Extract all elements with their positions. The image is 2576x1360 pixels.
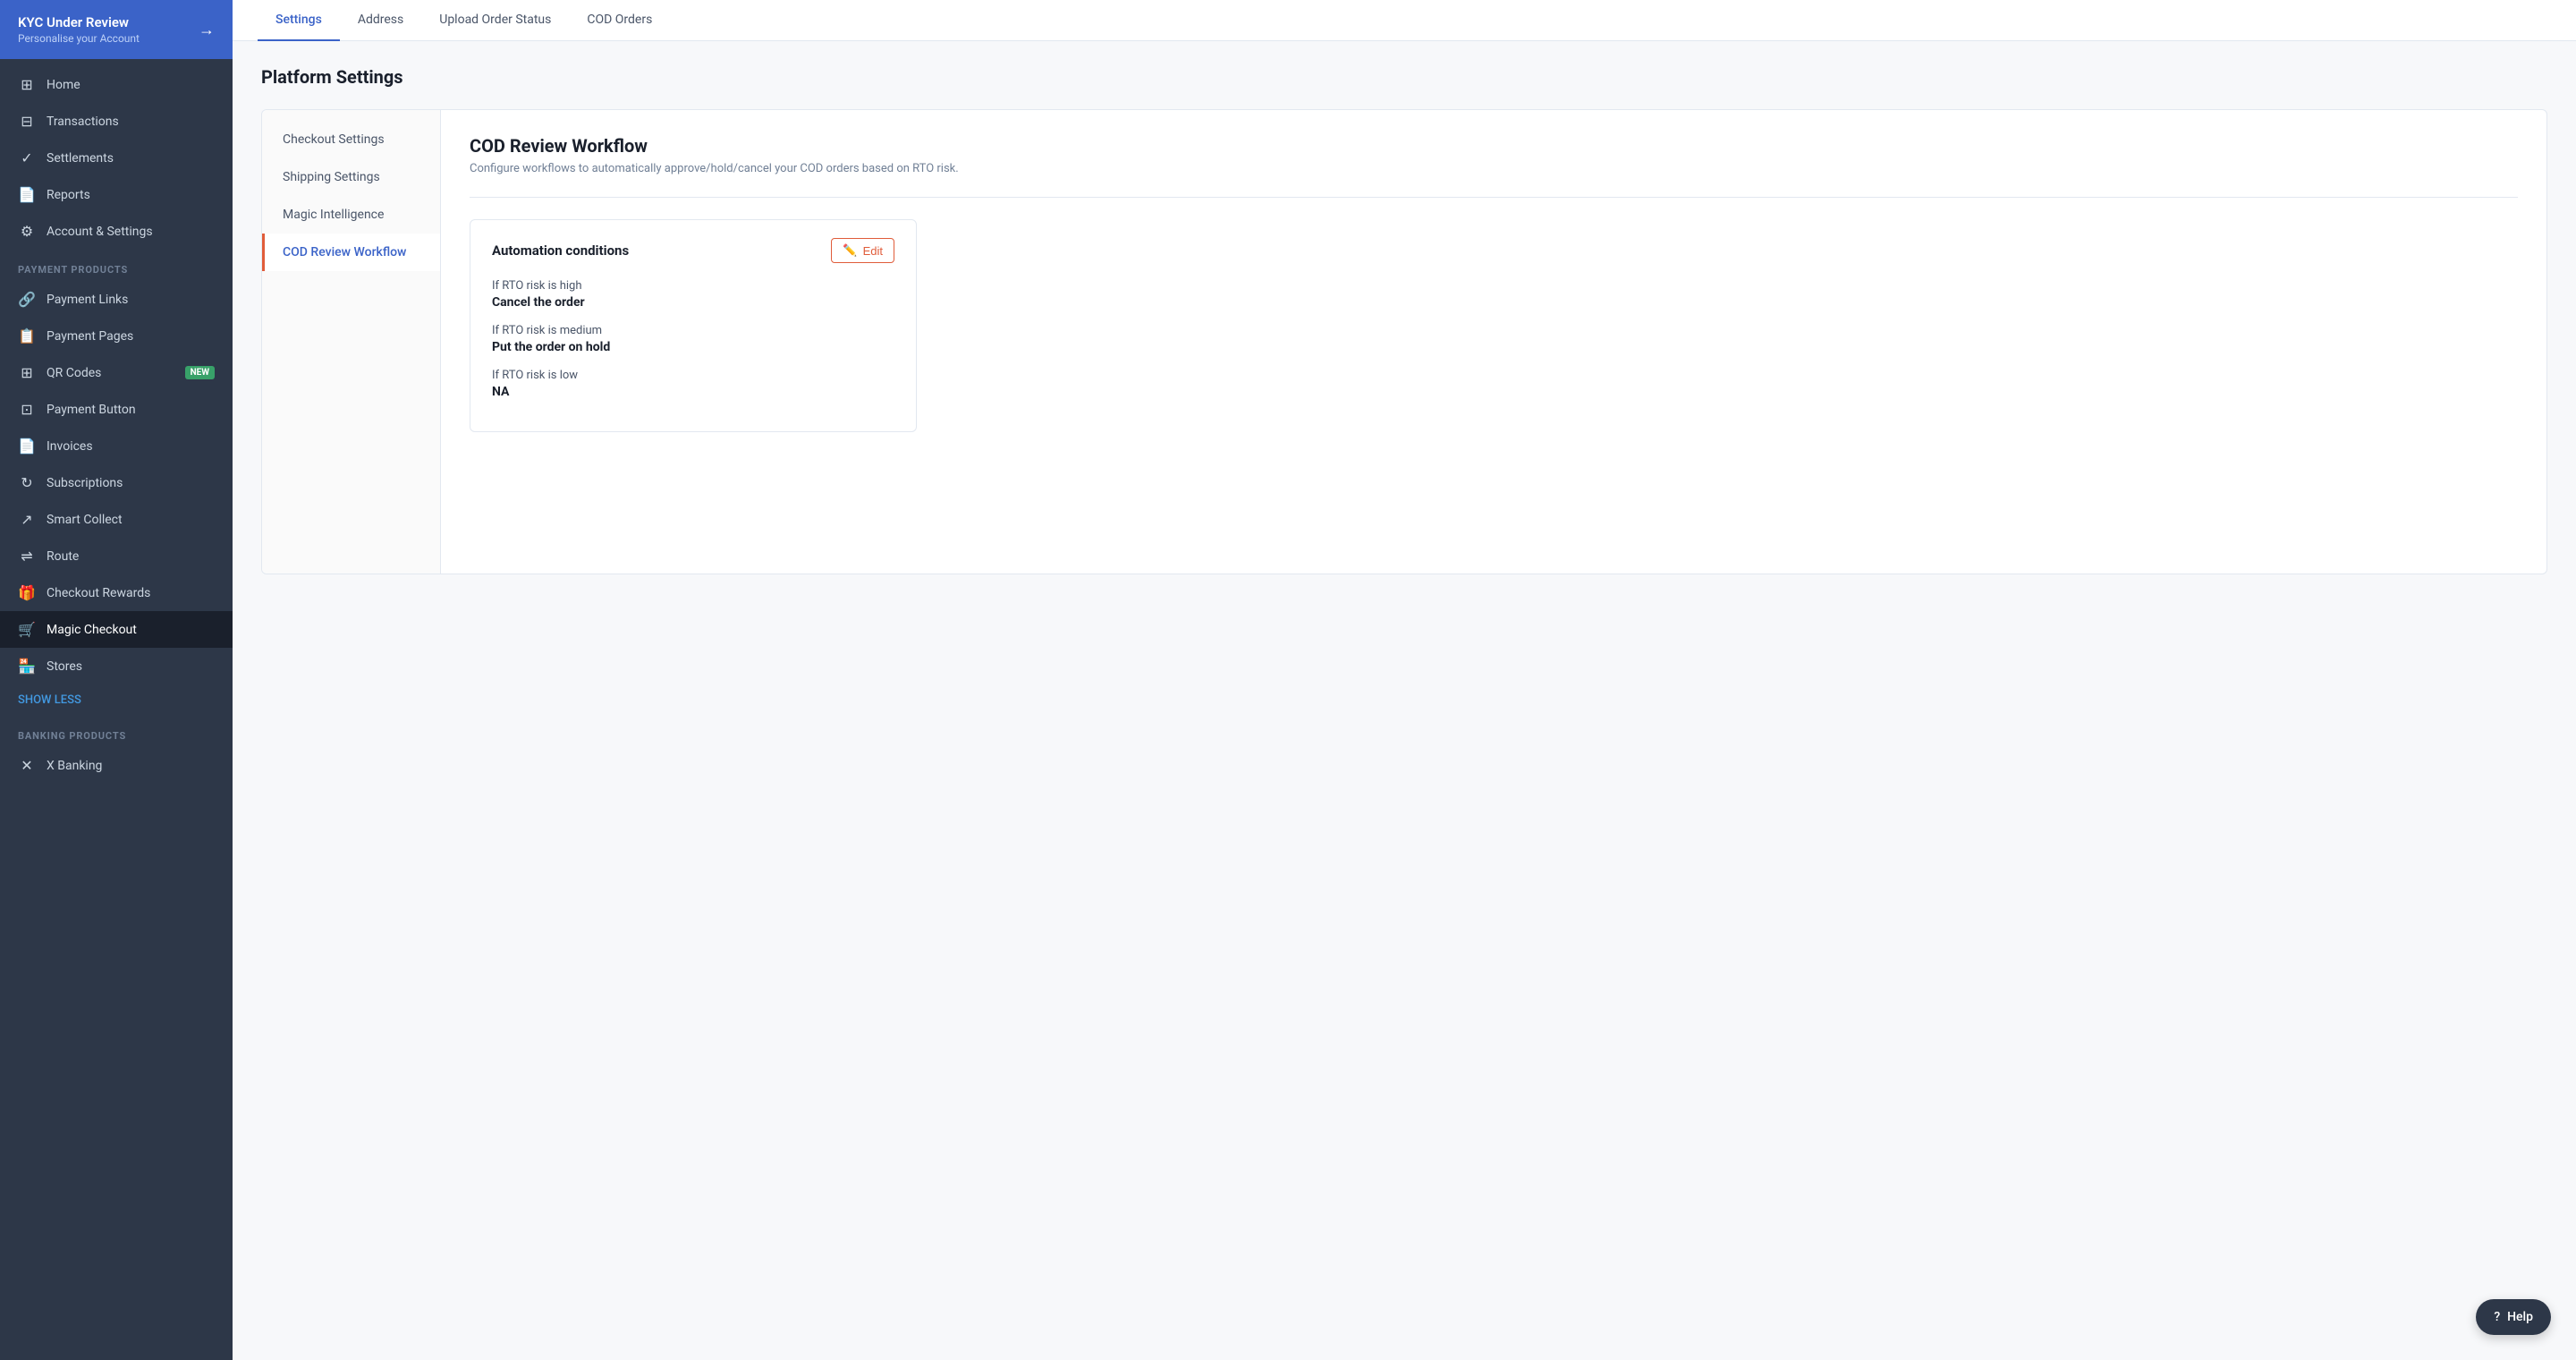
sidebar-item-x-banking[interactable]: ✕ X Banking (0, 747, 233, 784)
sidebar-item-qr-codes[interactable]: ⊞ QR Codes NEW (0, 354, 233, 391)
payment-products-section-label: PAYMENT PRODUCTS (0, 250, 233, 281)
sidebar-nav: ⊞ Home ⊟ Transactions ✓ Settlements 📄 Re… (0, 59, 233, 791)
home-icon: ⊞ (18, 76, 36, 93)
edit-label: Edit (863, 244, 883, 258)
sidebar-header[interactable]: KYC Under Review Personalise your Accoun… (0, 0, 233, 59)
sidebar-item-reports[interactable]: 📄 Reports (0, 176, 233, 213)
route-icon: ⇌ (18, 548, 36, 565)
sidebar-item-route-label: Route (47, 549, 79, 564)
tab-cod-orders[interactable]: COD Orders (569, 0, 670, 41)
settings-sidebar-item-cod-review[interactable]: COD Review Workflow (262, 234, 440, 271)
divider (470, 197, 2518, 198)
sidebar-item-smart-collect-label: Smart Collect (47, 513, 123, 527)
sidebar-item-payment-pages[interactable]: 📋 Payment Pages (0, 318, 233, 354)
qr-codes-icon: ⊞ (18, 364, 36, 381)
sidebar-header-subtitle: Personalise your Account (18, 32, 140, 45)
sidebar-item-invoices-label: Invoices (47, 439, 93, 454)
settings-sidebar-item-shipping[interactable]: Shipping Settings (262, 158, 440, 196)
edit-button[interactable]: ✏️ Edit (831, 238, 894, 263)
sidebar-item-account-settings-label: Account & Settings (47, 225, 153, 239)
page-title: Platform Settings (261, 66, 2547, 88)
tab-address[interactable]: Address (340, 0, 421, 41)
settings-content: COD Review Workflow Configure workflows … (441, 110, 2546, 574)
sidebar-item-stores-label: Stores (47, 659, 82, 674)
sidebar-item-account-settings[interactable]: ⚙ Account & Settings (0, 213, 233, 250)
help-label: Help (2507, 1310, 2533, 1324)
sidebar-item-checkout-rewards[interactable]: 🎁 Checkout Rewards (0, 574, 233, 611)
settings-layout: Checkout Settings Shipping Settings Magi… (261, 109, 2547, 574)
tabs-bar: Settings Address Upload Order Status COD… (233, 0, 2576, 41)
content-area: Platform Settings Checkout Settings Ship… (233, 41, 2576, 1360)
sidebar-item-qr-codes-label: QR Codes (47, 366, 101, 380)
sidebar-expand-icon: → (199, 21, 215, 39)
sidebar-item-invoices[interactable]: 📄 Invoices (0, 428, 233, 464)
x-banking-icon: ✕ (18, 757, 36, 774)
subscriptions-icon: ↻ (18, 474, 36, 491)
automation-card-title: Automation conditions (492, 242, 629, 259)
sidebar-item-checkout-rewards-label: Checkout Rewards (47, 586, 150, 600)
condition-high-label: If RTO risk is high (492, 279, 894, 293)
qr-new-badge: NEW (185, 366, 215, 379)
sidebar-item-payment-button-label: Payment Button (47, 403, 136, 417)
sidebar-header-title: KYC Under Review (18, 14, 140, 30)
payment-button-icon: ⊡ (18, 401, 36, 418)
workflow-title: COD Review Workflow (470, 135, 2518, 157)
sidebar-item-stores[interactable]: 🏪 Stores (0, 648, 233, 684)
condition-low-value: NA (492, 385, 894, 399)
sidebar-item-payment-pages-label: Payment Pages (47, 329, 133, 344)
sidebar-item-smart-collect[interactable]: ↗ Smart Collect (0, 501, 233, 538)
automation-card: Automation conditions ✏️ Edit If RTO ris… (470, 219, 917, 432)
sidebar-item-payment-links[interactable]: 🔗 Payment Links (0, 281, 233, 318)
sidebar-item-subscriptions[interactable]: ↻ Subscriptions (0, 464, 233, 501)
stores-icon: 🏪 (18, 658, 36, 675)
condition-low-rto: If RTO risk is low NA (492, 369, 894, 399)
sidebar-header-text: KYC Under Review Personalise your Accoun… (18, 14, 140, 45)
help-icon: ? (2494, 1310, 2500, 1324)
sidebar-item-x-banking-label: X Banking (47, 759, 102, 773)
tab-settings[interactable]: Settings (258, 0, 340, 41)
sidebar-item-subscriptions-label: Subscriptions (47, 476, 123, 490)
sidebar-item-route[interactable]: ⇌ Route (0, 538, 233, 574)
condition-high-rto: If RTO risk is high Cancel the order (492, 279, 894, 310)
settings-sidebar-item-checkout[interactable]: Checkout Settings (262, 121, 440, 158)
sidebar-item-magic-checkout-label: Magic Checkout (47, 623, 137, 637)
banking-products-section-label: BANKING PRODUCTS (0, 716, 233, 747)
payment-pages-icon: 📋 (18, 327, 36, 344)
reports-icon: 📄 (18, 186, 36, 203)
payment-links-icon: 🔗 (18, 291, 36, 308)
condition-high-value: Cancel the order (492, 295, 894, 310)
smart-collect-icon: ↗ (18, 511, 36, 528)
sidebar-item-payment-links-label: Payment Links (47, 293, 128, 307)
sidebar-item-transactions-label: Transactions (47, 115, 119, 129)
edit-icon: ✏️ (843, 243, 857, 258)
sidebar-item-settlements[interactable]: ✓ Settlements (0, 140, 233, 176)
sidebar-item-settlements-label: Settlements (47, 151, 114, 166)
settings-sidebar-item-magic-intelligence[interactable]: Magic Intelligence (262, 196, 440, 234)
sidebar-item-home-label: Home (47, 78, 80, 92)
settlements-icon: ✓ (18, 149, 36, 166)
condition-medium-value: Put the order on hold (492, 340, 894, 354)
workflow-description: Configure workflows to automatically app… (470, 162, 2518, 175)
sidebar-item-magic-checkout[interactable]: 🛒 Magic Checkout (0, 611, 233, 648)
show-less-button[interactable]: SHOW LESS (0, 684, 233, 716)
settings-icon: ⚙ (18, 223, 36, 240)
main-content: Settings Address Upload Order Status COD… (233, 0, 2576, 1360)
automation-card-header: Automation conditions ✏️ Edit (492, 238, 894, 263)
transactions-icon: ⊟ (18, 113, 36, 130)
tab-upload-order-status[interactable]: Upload Order Status (421, 0, 569, 41)
invoices-icon: 📄 (18, 438, 36, 455)
sidebar-item-transactions[interactable]: ⊟ Transactions (0, 103, 233, 140)
sidebar: KYC Under Review Personalise your Accoun… (0, 0, 233, 1360)
settings-sidebar: Checkout Settings Shipping Settings Magi… (262, 110, 441, 574)
magic-checkout-icon: 🛒 (18, 621, 36, 638)
checkout-rewards-icon: 🎁 (18, 584, 36, 601)
sidebar-item-payment-button[interactable]: ⊡ Payment Button (0, 391, 233, 428)
sidebar-item-reports-label: Reports (47, 188, 90, 202)
condition-medium-label: If RTO risk is medium (492, 324, 894, 337)
condition-medium-rto: If RTO risk is medium Put the order on h… (492, 324, 894, 354)
help-button[interactable]: ? Help (2476, 1299, 2551, 1335)
sidebar-item-home[interactable]: ⊞ Home (0, 66, 233, 103)
condition-low-label: If RTO risk is low (492, 369, 894, 382)
